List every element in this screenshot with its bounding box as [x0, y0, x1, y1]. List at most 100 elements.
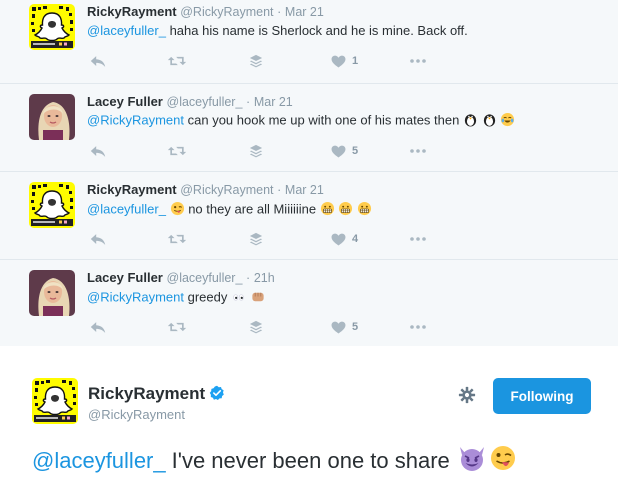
avatar[interactable]: [29, 94, 75, 140]
heart-icon: [331, 233, 346, 246]
retweet-button[interactable]: [167, 52, 187, 70]
grimacing-emoji-icon: [320, 201, 335, 219]
grimacing-emoji-icon: [338, 201, 353, 219]
smiling-devil-emoji-icon: [457, 444, 487, 478]
user-handle[interactable]: @RickyRayment: [88, 407, 185, 422]
like-button[interactable]: 4: [331, 230, 358, 248]
reply-tweet-4[interactable]: Lacey Fuller @laceyfuller_ · 21h @RickyR…: [0, 260, 618, 346]
mention-link[interactable]: @laceyfuller_: [87, 23, 166, 38]
more-dots-icon: [409, 148, 427, 154]
following-button[interactable]: Following: [493, 378, 591, 414]
more-dots-icon: [409, 58, 427, 64]
mention-link[interactable]: @RickyRayment: [87, 112, 184, 127]
reply-button[interactable]: [89, 230, 107, 248]
like-button[interactable]: 1: [331, 52, 358, 70]
timestamp[interactable]: Mar 21: [285, 183, 324, 197]
moments-button[interactable]: [249, 52, 263, 70]
mention-link[interactable]: @laceyfuller_: [87, 201, 166, 216]
reply-button[interactable]: [89, 142, 107, 160]
penguin-emoji-icon: [463, 112, 478, 130]
timestamp[interactable]: Mar 21: [254, 95, 293, 109]
tweet-body-text: can you hook me up with one of his mates…: [187, 112, 460, 128]
tweet-actions: 5: [87, 142, 447, 160]
user-handle[interactable]: @laceyfuller_: [167, 95, 243, 109]
tweet-header: Lacey Fuller @laceyfuller_ · 21h: [87, 270, 275, 285]
more-button[interactable]: [409, 52, 427, 70]
user-actions-button[interactable]: [458, 386, 476, 404]
retweet-button[interactable]: [167, 142, 187, 160]
reply-tweet-1[interactable]: RickyRayment @RickyRayment · Mar 21 @lac…: [0, 0, 618, 84]
tweet-header: RickyRayment @RickyRayment · Mar 21: [87, 182, 324, 197]
user-handle[interactable]: @RickyRayment: [180, 183, 273, 197]
user-handle[interactable]: @laceyfuller_: [167, 271, 243, 285]
tweet-actions: 5: [87, 318, 447, 336]
winking-tongue-emoji-icon: [489, 444, 517, 478]
like-button[interactable]: 5: [331, 318, 358, 336]
moments-button[interactable]: [249, 318, 263, 336]
more-button[interactable]: [409, 318, 427, 336]
reply-arrow-icon: [89, 232, 107, 247]
display-name[interactable]: Lacey Fuller: [87, 270, 163, 285]
user-handle[interactable]: @RickyRayment: [180, 5, 273, 19]
timestamp[interactable]: 21h: [254, 271, 275, 285]
verified-badge-icon: [209, 385, 224, 400]
like-button[interactable]: 5: [331, 142, 358, 160]
tweet-header: Lacey Fuller @laceyfuller_ · Mar 21: [87, 94, 293, 109]
tweet-body-text: greedy: [187, 289, 228, 305]
heart-icon: [331, 55, 346, 68]
avatar[interactable]: [29, 182, 75, 228]
heart-icon: [331, 145, 346, 158]
more-dots-icon: [409, 324, 427, 330]
retweet-icon: [167, 320, 187, 334]
tweet-body-text: haha his name is Sherlock and he is mine…: [169, 23, 468, 38]
display-name[interactable]: RickyRayment: [87, 182, 177, 197]
tweet-text: @laceyfuller_ no they are all Miiiiiine: [87, 201, 372, 219]
fist-emoji-icon: [250, 289, 266, 307]
like-count: 4: [352, 233, 359, 245]
more-dots-icon: [409, 236, 427, 242]
tweet-text: @RickyRayment can you hook me up with on…: [87, 112, 515, 130]
reply-arrow-icon: [89, 54, 107, 69]
mention-link[interactable]: @laceyfuller_: [32, 448, 166, 474]
reply-arrow-icon: [89, 320, 107, 335]
layers-icon: [249, 144, 263, 158]
more-button[interactable]: [409, 230, 427, 248]
like-count: 1: [352, 55, 359, 67]
profile-photo-avatar-icon: [29, 94, 75, 140]
avatar[interactable]: [32, 378, 78, 424]
layers-icon: [249, 54, 263, 68]
profile-photo-avatar-icon: [29, 270, 75, 316]
avatar[interactable]: [29, 270, 75, 316]
snapcode-avatar-icon: [32, 378, 78, 424]
tweet-actions: 4: [87, 230, 447, 248]
avatar[interactable]: [29, 4, 75, 50]
retweet-button[interactable]: [167, 318, 187, 336]
separator: ·: [246, 95, 251, 109]
reply-button[interactable]: [89, 52, 107, 70]
reply-tweet-2[interactable]: Lacey Fuller @laceyfuller_ · Mar 21 @Ric…: [0, 84, 618, 172]
reply-tweet-3[interactable]: RickyRayment @RickyRayment · Mar 21 @lac…: [0, 172, 618, 260]
retweet-icon: [167, 54, 187, 68]
moments-button[interactable]: [249, 142, 263, 160]
timestamp[interactable]: Mar 21: [285, 5, 324, 19]
moments-button[interactable]: [249, 230, 263, 248]
reply-thread: RickyRayment @RickyRayment · Mar 21 @lac…: [0, 0, 618, 346]
gear-icon: [458, 386, 476, 404]
heart-icon: [331, 321, 346, 334]
tweet-body-text: no they are all Miiiiiine: [188, 201, 317, 217]
reply-button[interactable]: [89, 318, 107, 336]
tweet-header: RickyRayment @RickyRayment · Mar 21: [87, 4, 324, 19]
penguin-emoji-icon: [482, 112, 497, 130]
display-name[interactable]: RickyRayment: [88, 384, 225, 404]
display-name[interactable]: Lacey Fuller: [87, 94, 163, 109]
tweet-text: @laceyfuller_ haha his name is Sherlock …: [87, 23, 468, 38]
like-count: 5: [352, 145, 359, 157]
tweet-actions: 1: [87, 52, 447, 70]
tweet-text: @RickyRayment greedy: [87, 289, 266, 307]
mention-link[interactable]: @RickyRayment: [87, 289, 184, 304]
more-button[interactable]: [409, 142, 427, 160]
tweet-text: @laceyfuller_ I've never been one to sha…: [32, 444, 517, 478]
retweet-button[interactable]: [167, 230, 187, 248]
snapcode-avatar-icon: [29, 4, 75, 50]
display-name[interactable]: RickyRayment: [87, 4, 177, 19]
